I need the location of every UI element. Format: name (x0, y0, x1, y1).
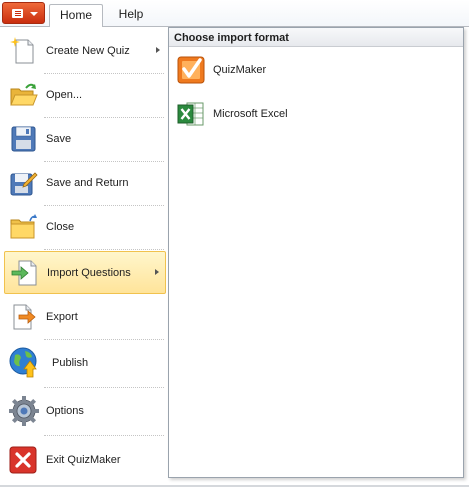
import-option-label: QuizMaker (213, 64, 267, 76)
menu-item-label: Export (46, 311, 78, 323)
gear-icon (8, 395, 40, 427)
floppy-disk-icon (8, 124, 38, 154)
folder-open-icon (8, 80, 38, 110)
tab-home[interactable]: Home (49, 4, 103, 27)
backstage-menu: Create New Quiz Open... Save Save and Re… (0, 27, 168, 485)
separator (44, 249, 164, 250)
separator (44, 117, 164, 118)
save-and-return-icon (8, 168, 38, 198)
globe-publish-icon (8, 346, 42, 380)
menu-item-exit-quizmaker[interactable]: Exit QuizMaker (4, 438, 166, 482)
menu-item-label: Exit QuizMaker (46, 454, 121, 466)
menu-item-import-questions[interactable]: Import Questions (4, 251, 166, 294)
separator (44, 339, 164, 340)
menu-item-close[interactable]: Close (4, 207, 166, 247)
menu-item-save[interactable]: Save (4, 119, 166, 159)
panel-title: Choose import format (169, 28, 463, 47)
menu-item-label: Close (46, 221, 75, 233)
separator (44, 387, 164, 388)
separator (44, 161, 164, 162)
ribbon-tab-bar: Home Help (0, 0, 469, 27)
menu-item-label: Create New Quiz (46, 45, 130, 57)
import-option-label: Microsoft Excel (213, 108, 288, 120)
chevron-right-icon (155, 269, 159, 275)
menu-item-export[interactable]: Export (4, 297, 166, 337)
separator (44, 435, 164, 436)
chevron-right-icon (156, 47, 160, 53)
menu-item-open[interactable]: Open... (4, 75, 166, 115)
import-icon (9, 258, 39, 288)
menu-item-create-new-quiz[interactable]: Create New Quiz (4, 31, 166, 71)
menu-item-label: Save (46, 133, 72, 145)
menu-item-options[interactable]: Options (4, 389, 166, 433)
excel-icon (177, 100, 205, 128)
import-option-microsoft-excel[interactable]: Microsoft Excel (173, 98, 459, 130)
menu-item-label: Options (46, 405, 84, 417)
export-icon (8, 302, 38, 332)
menu-item-label: Publish (52, 357, 89, 369)
import-format-panel: Choose import format QuizMaker Microsoft… (168, 27, 464, 478)
exit-icon (8, 445, 38, 475)
import-option-quizmaker[interactable]: QuizMaker (173, 54, 459, 86)
quizmaker-icon (177, 56, 205, 84)
app-menu-icon (12, 9, 23, 18)
menu-item-label: Save and Return (46, 177, 129, 189)
menu-item-label: Import Questions (47, 266, 131, 279)
menu-item-save-and-return[interactable]: Save and Return (4, 163, 166, 203)
menu-item-publish[interactable]: Publish (4, 341, 166, 385)
separator (44, 73, 164, 74)
chevron-down-icon (30, 12, 38, 16)
tab-help[interactable]: Help (110, 4, 152, 27)
menu-item-label: Open... (46, 89, 83, 101)
folder-close-icon (8, 212, 38, 242)
new-document-icon (8, 36, 38, 66)
app-menu-button[interactable] (2, 2, 45, 24)
separator (44, 205, 164, 206)
